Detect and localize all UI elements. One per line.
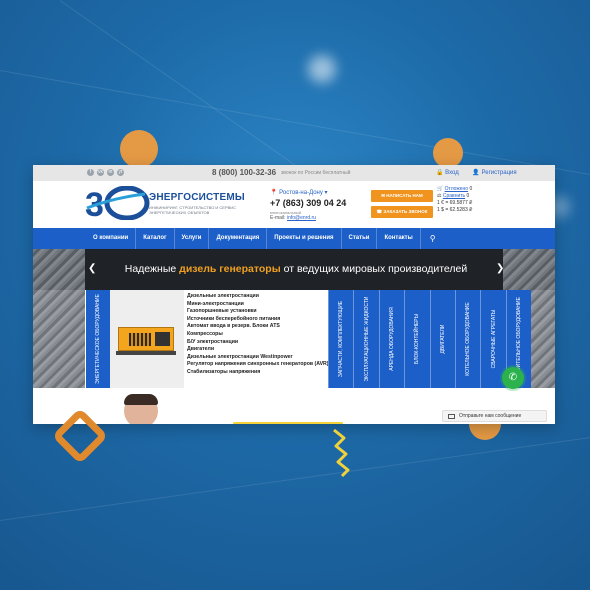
nav-contacts[interactable]: Контакты xyxy=(377,228,421,249)
rate-eur: 1 € = 69.5877 ₽ xyxy=(437,200,473,206)
generator-grill xyxy=(129,333,151,346)
catalog-list: Дизельные электростанции Мини-электроста… xyxy=(184,290,329,388)
catalog-column[interactable]: ЭКСПЛУАТАЦИОННЫЕ ЖИДКОСТИ xyxy=(353,290,379,388)
decor-orb xyxy=(308,55,336,83)
search-icon[interactable]: ⚲ xyxy=(421,228,436,249)
catalog-list-item[interactable]: Б/У электростанции xyxy=(187,339,328,347)
whatsapp-icon[interactable]: ✆ xyxy=(502,367,524,389)
catalog-energy-equipment[interactable]: ЭНЕРГЕТИЧЕСКОЕ ОБОРУДОВАНИЕ xyxy=(86,290,110,388)
hero-title: Надежные дизель генераторы от ведущих ми… xyxy=(86,249,506,290)
catalog-column[interactable]: КОТЕЛЬНОЕ ОБОРУДОВАНИЕ xyxy=(454,290,481,388)
catalog-column-label: БЛОК-КОНТЕЙНЕРЫ xyxy=(414,313,421,365)
email-link[interactable]: info@enrd.ru xyxy=(287,215,316,221)
deferred-count: 0 xyxy=(469,186,473,192)
city-label: Ростов-на-Дону xyxy=(279,190,323,196)
chat-label: Отправьте нам сообщение xyxy=(459,413,522,419)
catalog-list-item[interactable]: Газопоршневые установки xyxy=(187,308,328,316)
manager-photo-hair xyxy=(124,394,158,405)
catalog-panel: ЭНЕРГЕТИЧЕСКОЕ ОБОРУДОВАНИЕ Дизельные эл… xyxy=(33,290,555,388)
generator-base xyxy=(116,351,176,355)
logo-tagline: ИНЖИНИРИНГ, СТРОИТЕЛЬСТВО И СЕРВИС ЭНЕРГ… xyxy=(149,205,237,215)
website-screenshot: f vk in yt 8 (800) 100-32-36 звонок по Р… xyxy=(33,165,555,424)
nav-docs[interactable]: Документация xyxy=(209,228,268,249)
catalog-column-label: ЗАПЧАСТИ, КОМПЛЕКТУЮЩИЕ xyxy=(338,300,345,378)
rate-usd: 1 $ = 62.5283 ₽ xyxy=(437,207,473,213)
decor-orb xyxy=(433,138,463,168)
auth-links: 🔒 Вход 👤 Регистрация xyxy=(436,169,529,176)
vk-icon[interactable]: vk xyxy=(97,169,104,176)
catalog-column-label: СВАРОЧНЫЕ АГРЕГАТЫ xyxy=(490,309,497,369)
facebook-icon[interactable]: f xyxy=(87,169,94,176)
catalog-list-item[interactable]: Стабилизаторы напряжения xyxy=(187,369,328,377)
compare-link: Сравнить xyxy=(442,193,466,199)
catalog-columns: ЗАПЧАСТИ, КОМПЛЕКТУЮЩИЕ ЭКСПЛУАТАЦИОННЫЕ… xyxy=(328,290,506,388)
generator-panel xyxy=(155,332,170,346)
register-link[interactable]: 👤 Регистрация xyxy=(472,170,522,176)
city-selector[interactable]: 📍 Ростов-на-Дону ▾ xyxy=(270,189,328,196)
catalog-column[interactable]: ЗАПЧАСТИ, КОМПЛЕКТУЮЩИЕ xyxy=(328,290,354,388)
youtube-icon[interactable]: yt xyxy=(117,169,124,176)
login-label: Вход xyxy=(445,170,459,176)
instagram-icon[interactable]: in xyxy=(107,169,114,176)
compare-count: 0 xyxy=(466,193,470,199)
chat-widget[interactable]: Отправьте нам сообщение xyxy=(442,410,547,422)
nav-projects[interactable]: Проекты и решения xyxy=(267,228,342,249)
generator-body xyxy=(118,327,174,351)
nav-catalog[interactable]: Каталог xyxy=(136,228,175,249)
catalog-list-item[interactable]: Компрессоры xyxy=(187,331,328,339)
chat-icon xyxy=(448,414,455,419)
catalog-list-item[interactable]: Дизельные электростанции xyxy=(187,293,328,301)
nav-services[interactable]: Услуги xyxy=(175,228,210,249)
catalog-column[interactable]: АРЕНДА ОБОРУДОВАНИЯ xyxy=(378,290,405,388)
login-link[interactable]: 🔒 Вход xyxy=(436,170,465,176)
top-phone[interactable]: 8 (800) 100-32-36 xyxy=(212,168,276,177)
catalog-column-label: АРЕНДА ОБОРУДОВАНИЯ xyxy=(388,307,395,371)
city-phone[interactable]: +7 (863) 309 04 24 xyxy=(270,198,346,208)
nav-articles[interactable]: Статьи xyxy=(342,228,378,249)
catalog-list-item[interactable]: Дизельные электростанции Westinpower xyxy=(187,354,328,362)
hero-text-before: Надежные xyxy=(124,263,177,275)
catalog-energy-label: ЭНЕРГЕТИЧЕСКОЕ ОБОРУДОВАНИЕ xyxy=(95,294,101,384)
main-nav: О компании Каталог Услуги Документация П… xyxy=(33,228,555,249)
write-us-label: НАПИСАТЬ НАМ xyxy=(386,193,423,198)
catalog-column-label: ДВИГАТЕЛИ xyxy=(439,324,446,354)
yellow-accent-bar xyxy=(233,422,343,424)
deferred-row[interactable]: 🛒 Отложено 0 xyxy=(437,186,505,193)
hero-prev-icon[interactable]: ❮ xyxy=(88,263,96,274)
catalog-column[interactable]: ДВИГАТЕЛИ xyxy=(429,290,455,388)
email-label: E-mail: xyxy=(270,215,286,221)
deferred-link: Отложено xyxy=(444,186,469,192)
write-us-button[interactable]: ✉ НАПИСАТЬ НАМ xyxy=(371,190,433,202)
compare-row[interactable]: ⚖ Сравнить 0 xyxy=(437,193,505,200)
decor-orb xyxy=(120,130,158,168)
email-row: E-mail: info@enrd.ru xyxy=(270,215,316,221)
top-phone-note: звонок по России бесплатный xyxy=(281,170,351,176)
catalog-list-item[interactable]: Источники бесперебойного питания xyxy=(187,316,328,324)
top-bar: f vk in yt 8 (800) 100-32-36 звонок по Р… xyxy=(33,165,555,181)
catalog-column-label: КОТЕЛЬНОЕ ОБОРУДОВАНИЕ xyxy=(465,302,472,376)
catalog-column[interactable]: БЛОК-КОНТЕЙНЕРЫ xyxy=(404,290,430,388)
logo-name[interactable]: ЭНЕРГОСИСТЕМЫ xyxy=(149,192,245,203)
catalog-column-label: ЭКСПЛУАТАЦИОННЫЕ ЖИДКОСТИ xyxy=(363,296,370,382)
logo-icon[interactable]: 3 xyxy=(83,186,151,220)
callback-label: ЗАКАЗАТЬ ЗВОНОК xyxy=(383,209,428,214)
catalog-list-item[interactable]: Мини-электростанции xyxy=(187,301,328,309)
generator-image xyxy=(110,290,184,388)
hero-banner: Надежные дизель генераторы от ведущих ми… xyxy=(33,249,555,290)
nav-about[interactable]: О компании xyxy=(86,228,137,249)
decor-squiggle xyxy=(333,428,350,478)
catalog-list-item[interactable]: Двигатели xyxy=(187,346,328,354)
catalog-list-item[interactable]: Регулятор напряжения синхронных генерато… xyxy=(187,361,329,369)
hero-text-after: от ведущих мировых производителей xyxy=(283,263,468,275)
callback-button[interactable]: ☎ ЗАКАЗАТЬ ЗВОНОК xyxy=(371,206,433,218)
hero-text-highlight: дизель генераторы xyxy=(179,263,281,275)
catalog-list-item[interactable]: Автомат ввода в резерв. Блоки АТS xyxy=(187,323,328,331)
register-label: Регистрация xyxy=(481,170,517,176)
cart-widget: 🛒 Отложено 0 ⚖ Сравнить 0 1 € = 69.5877 … xyxy=(437,186,505,220)
